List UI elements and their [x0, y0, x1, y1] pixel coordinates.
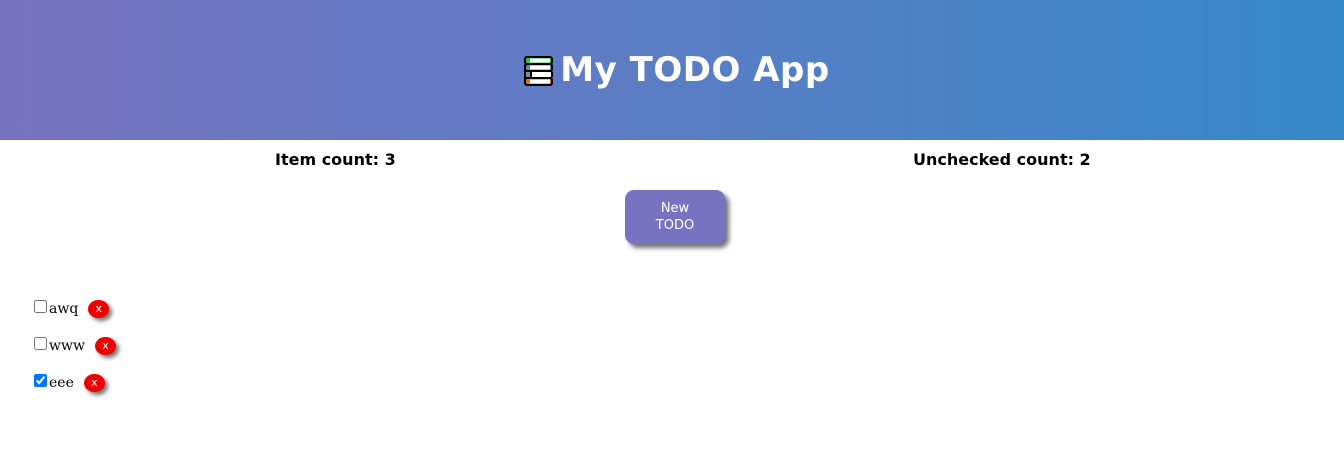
todo-checkbox[interactable] [34, 300, 47, 313]
delete-button[interactable]: x [83, 373, 105, 392]
todo-item: awq x [33, 290, 116, 327]
todo-list: awq x www x eee x [33, 290, 116, 401]
counts-bar: Item count: 3 Unchecked count: 2 [0, 150, 1344, 172]
app-title: My TODO App [560, 50, 830, 90]
app-header: My TODO App [0, 0, 1344, 140]
delete-button[interactable]: x [94, 336, 116, 355]
unchecked-count: Unchecked count: 2 [913, 150, 1091, 169]
todo-text: eee [49, 374, 74, 391]
todo-checkbox[interactable] [34, 374, 47, 387]
books-icon [524, 56, 554, 86]
todo-text: www [49, 337, 85, 354]
todo-checkbox[interactable] [34, 337, 47, 350]
delete-button[interactable]: x [88, 299, 110, 318]
todo-item: eee x [33, 364, 116, 401]
todo-item: www x [33, 327, 116, 364]
item-count: Item count: 3 [275, 150, 396, 169]
todo-text: awq [49, 300, 79, 317]
title-wrap: My TODO App [522, 50, 829, 90]
new-todo-button[interactable]: New TODO [625, 190, 725, 244]
